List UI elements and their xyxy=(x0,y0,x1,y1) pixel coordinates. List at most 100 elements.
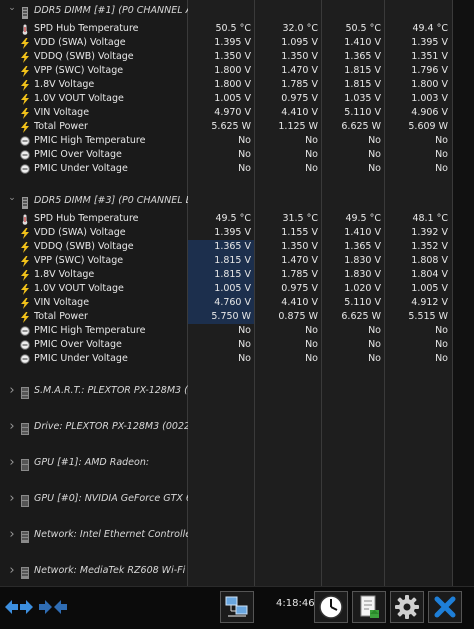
sensor-label: SPD Hub Temperature xyxy=(34,213,139,224)
sensor-row-vpp-swc-voltage[interactable]: VPP (SWC) Voltage 1.800 V 1.470 V 1.815 V 1.… xyxy=(0,64,474,78)
thermometer-icon xyxy=(20,214,30,225)
min-value: No xyxy=(305,325,318,336)
network-computers-button[interactable] xyxy=(220,591,254,623)
arrows-left-right-button[interactable] xyxy=(4,591,34,623)
sensor-row-1-8v-voltage[interactable]: 1.8V Voltage 1.800 V 1.785 V 1.815 V 1.800 V xyxy=(0,78,474,92)
sensor-label: VDD (SWA) Voltage xyxy=(34,37,126,48)
group-header-gpu-0-nvidia-geforce-gtx-670[interactable]: › GPU [#0]: NVIDIA GeForce GTX 670: xyxy=(0,488,474,510)
sensor-row-total-power[interactable]: Total Power 5.750 W 0.875 W 6.625 W 5.515 W xyxy=(0,310,474,324)
bottom-toolbar: 4:18:46 xyxy=(0,586,474,629)
lightning-icon xyxy=(20,228,30,239)
min-value: 1.125 W xyxy=(278,121,318,132)
sensor-row-total-power[interactable]: Total Power 5.625 W 1.125 W 6.625 W 5.609 W xyxy=(0,120,474,134)
chevron-right-icon[interactable]: › xyxy=(7,416,17,438)
settings-button[interactable] xyxy=(390,591,424,623)
average-value: 1.392 V xyxy=(411,227,448,238)
chevron-right-icon[interactable]: › xyxy=(7,560,17,582)
min-value: No xyxy=(305,149,318,160)
chevron-right-icon[interactable]: › xyxy=(7,452,17,474)
sensor-label: VDD (SWA) Voltage xyxy=(34,227,126,238)
sensor-label: 1.0V VOUT Voltage xyxy=(34,283,124,294)
min-value: 1.470 V xyxy=(281,255,318,266)
sensor-label: VPP (SWC) Voltage xyxy=(34,255,124,266)
arrows-inward-icon xyxy=(39,600,67,614)
sensor-row-1-0v-vout-voltage[interactable]: 1.0V VOUT Voltage 1.005 V 0.975 V 1.035 V 1.… xyxy=(0,92,474,106)
sensor-row-vdd-swa-voltage[interactable]: VDD (SWA) Voltage 1.395 V 1.095 V 1.410 V 1.… xyxy=(0,36,474,50)
gpu-icon xyxy=(20,494,30,507)
sensor-row-vin-voltage[interactable]: VIN Voltage 4.970 V 4.410 V 5.110 V 4.906 V xyxy=(0,106,474,120)
current-value: 5.625 W xyxy=(211,121,251,132)
drive-icon xyxy=(20,422,30,435)
row-spacer xyxy=(0,510,474,524)
group-header-ddr5-dimm-1[interactable]: ⌄ DDR5 DIMM [#1] (P0 CHANNEL A/D... xyxy=(0,0,474,22)
chevron-right-icon[interactable]: › xyxy=(7,524,17,546)
group-header-ddr5-dimm-2[interactable]: ⌄ DDR5 DIMM [#3] (P0 CHANNEL B/D... xyxy=(0,190,474,212)
chevron-right-icon[interactable]: › xyxy=(7,380,17,402)
group-header-s-m-a-r-t-plextor-px-128m3-0[interactable]: › S.M.A.R.T.: PLEXTOR PX-128M3 (0... xyxy=(0,380,474,402)
sensor-row-vin-voltage[interactable]: VIN Voltage 4.760 V 4.410 V 5.110 V 4.912 V xyxy=(0,296,474,310)
sensor-row-1-8v-voltage[interactable]: 1.8V Voltage 1.815 V 1.785 V 1.830 V 1.804 V xyxy=(0,268,474,282)
group-title: Network: Intel Ethernet Controller I... xyxy=(34,529,188,540)
current-value: 4.760 V xyxy=(188,296,254,310)
max-value: 1.830 V xyxy=(344,255,381,266)
row-spacer xyxy=(0,366,474,380)
network-icon xyxy=(20,530,30,543)
gear-icon xyxy=(395,595,419,619)
chevron-down-icon[interactable]: ⌄ xyxy=(7,187,17,209)
sensor-row-pmic-high-temperature[interactable]: PMIC High Temperature No No No No xyxy=(0,134,474,148)
sensor-row-vdd-swa-voltage[interactable]: VDD (SWA) Voltage 1.395 V 1.155 V 1.410 V 1.… xyxy=(0,226,474,240)
min-value: No xyxy=(305,339,318,350)
clock-button[interactable] xyxy=(314,591,348,623)
sensor-label: SPD Hub Temperature xyxy=(34,23,139,34)
max-value: 49.5 °C xyxy=(345,213,381,224)
sensor-table[interactable]: ⌄ DDR5 DIMM [#1] (P0 CHANNEL A/D... SPD Hu… xyxy=(0,0,474,586)
max-value: 6.625 W xyxy=(341,121,381,132)
min-value: No xyxy=(305,135,318,146)
arrows-inward-button[interactable] xyxy=(38,591,68,623)
sensor-label: PMIC Over Voltage xyxy=(34,339,122,350)
sensor-label: 1.8V Voltage xyxy=(34,79,95,90)
status-icon xyxy=(20,136,30,146)
sensor-row-spd-hub-temperature[interactable]: SPD Hub Temperature 50.5 °C 32.0 °C 50.5 °C… xyxy=(0,22,474,36)
average-value: No xyxy=(435,339,448,350)
average-value: 1.352 V xyxy=(411,241,448,252)
sensor-row-pmic-over-voltage[interactable]: PMIC Over Voltage No No No No xyxy=(0,148,474,162)
current-value: No xyxy=(238,135,251,146)
average-value: 1.796 V xyxy=(411,65,448,76)
chevron-down-icon[interactable]: ⌄ xyxy=(7,0,17,19)
sensor-row-vpp-swc-voltage[interactable]: VPP (SWC) Voltage 1.815 V 1.470 V 1.830 V 1.… xyxy=(0,254,474,268)
vertical-scrollbar[interactable] xyxy=(453,0,474,586)
group-header-network-mediatek-rz608-wi-fi-6[interactable]: › Network: MediaTek RZ608 Wi-Fi 6E ... xyxy=(0,560,474,582)
sensor-label: 1.0V VOUT Voltage xyxy=(34,93,124,104)
sensor-row-pmic-under-voltage[interactable]: PMIC Under Voltage No No No No xyxy=(0,162,474,176)
status-icon xyxy=(20,164,30,174)
row-spacer xyxy=(0,438,474,452)
lightning-icon xyxy=(20,52,30,63)
report-document-icon xyxy=(360,595,379,618)
sensor-row-vddq-swb-voltage[interactable]: VDDQ (SWB) Voltage 1.365 V 1.350 V 1.365 V 1… xyxy=(0,240,474,254)
max-value: No xyxy=(368,135,381,146)
chevron-right-icon[interactable]: › xyxy=(7,488,17,510)
sensor-row-spd-hub-temperature[interactable]: SPD Hub Temperature 49.5 °C 31.5 °C 49.5 °C… xyxy=(0,212,474,226)
sensor-row-vddq-swb-voltage[interactable]: VDDQ (SWB) Voltage 1.350 V 1.350 V 1.365 V 1… xyxy=(0,50,474,64)
lightning-icon xyxy=(20,94,30,105)
group-header-drive-plextor-px-128m3-002211[interactable]: › Drive: PLEXTOR PX-128M3 (002211... xyxy=(0,416,474,438)
max-value: 5.110 V xyxy=(344,297,381,308)
sensor-row-pmic-under-voltage[interactable]: PMIC Under Voltage No No No No xyxy=(0,352,474,366)
lightning-icon xyxy=(20,108,30,119)
group-header-gpu-1-amd-radeon[interactable]: › GPU [#1]: AMD Radeon: xyxy=(0,452,474,474)
close-button[interactable] xyxy=(428,591,462,623)
current-value: 1.395 V xyxy=(214,227,251,238)
report-button[interactable] xyxy=(352,591,386,623)
arrows-left-right-icon xyxy=(5,600,33,614)
sensor-row-1-0v-vout-voltage[interactable]: 1.0V VOUT Voltage 1.005 V 0.975 V 1.020 V 1.… xyxy=(0,282,474,296)
status-icon xyxy=(20,326,30,336)
group-header-network-intel-ethernet-control[interactable]: › Network: Intel Ethernet Controller I... xyxy=(0,524,474,546)
average-value: 1.003 V xyxy=(411,93,448,104)
average-value: 1.005 V xyxy=(411,283,448,294)
current-value: 1.815 V xyxy=(188,268,254,282)
sensor-row-pmic-high-temperature[interactable]: PMIC High Temperature No No No No xyxy=(0,324,474,338)
max-value: 1.410 V xyxy=(344,227,381,238)
sensor-row-pmic-over-voltage[interactable]: PMIC Over Voltage No No No No xyxy=(0,338,474,352)
lightning-icon xyxy=(20,66,30,77)
